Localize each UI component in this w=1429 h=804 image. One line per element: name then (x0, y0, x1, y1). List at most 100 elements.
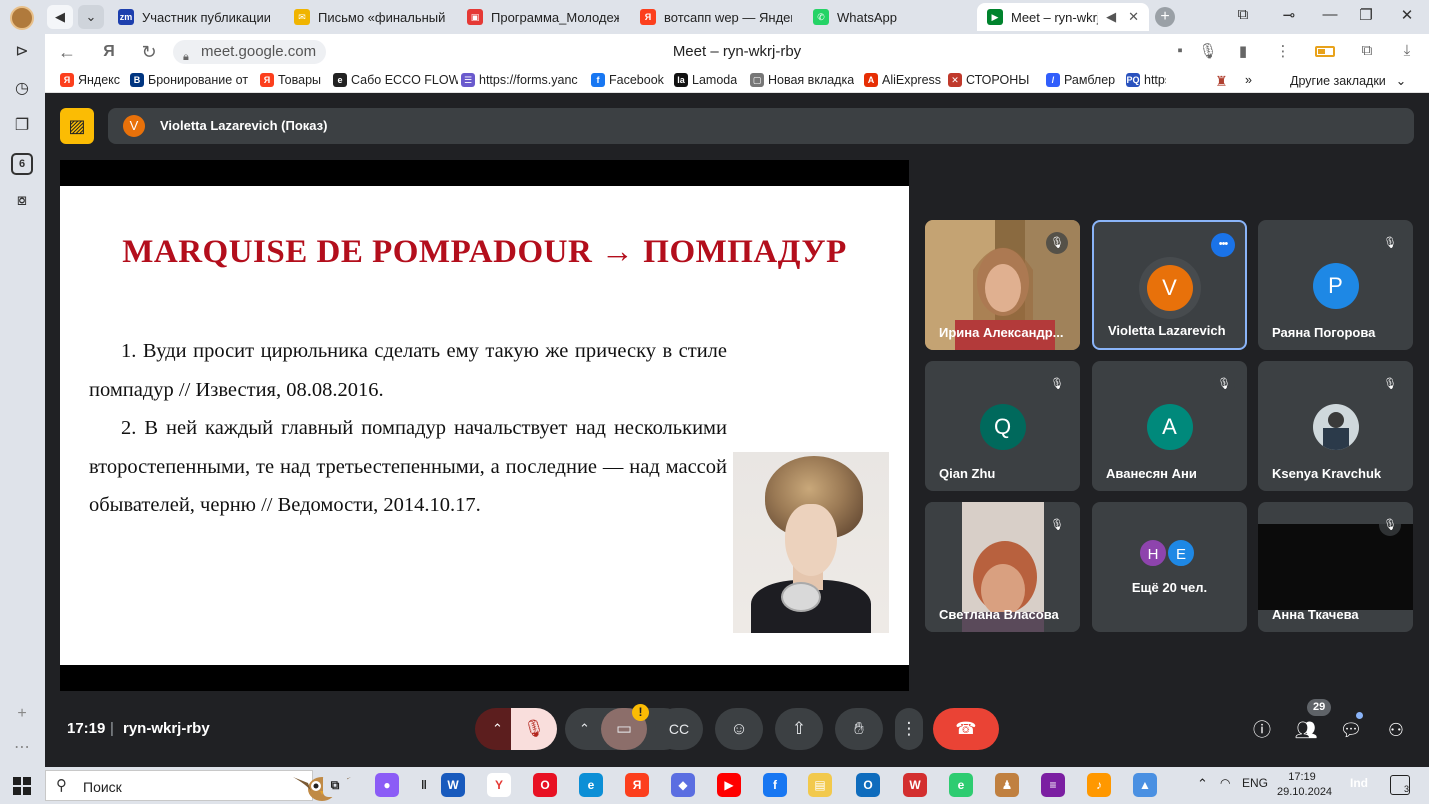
copilot-icon[interactable]: ◆ (671, 773, 695, 797)
wps-icon[interactable]: W (903, 773, 927, 797)
opera-icon[interactable]: O (533, 773, 557, 797)
chevron-down-icon[interactable]: ⌄ (78, 5, 104, 29)
taskbar-clock[interactable]: 17:19 29.10.2024 (1277, 770, 1332, 800)
stop-presenting-icon[interactable]: ▨ (60, 108, 94, 144)
participant-tile[interactable]: A Аванесян Ани 🎙︎ (1092, 361, 1247, 491)
music-icon[interactable]: ♪ (1087, 773, 1111, 797)
taskbar-search[interactable]: ⚲ Поиск (45, 770, 351, 801)
leave-call-button[interactable]: ☎︎ (933, 708, 999, 750)
people-icon[interactable]: 👥︎ (1291, 715, 1321, 745)
new-tab-button[interactable]: + (1155, 7, 1175, 27)
mic-off-icon[interactable]: 🎙︎ (511, 708, 557, 750)
add-panel-icon[interactable]: + (11, 703, 33, 725)
tray-app-icon[interactable]: Ind (1350, 776, 1368, 790)
maximize-button[interactable]: ❐ (1354, 6, 1378, 24)
task-view-icon[interactable]: ⧉ (323, 773, 347, 797)
more-options-icon[interactable]: ⋮ (895, 708, 923, 750)
yandex-home-icon[interactable]: Я (97, 41, 121, 63)
other-bookmarks[interactable]: Другие закладки ⌄ (1290, 73, 1406, 89)
menu-icon[interactable]: ⋮ (1273, 42, 1293, 60)
bookmark-item[interactable]: A AliExpress (864, 73, 941, 87)
participant-tile[interactable]: H E Ещё 20 чел. (1092, 502, 1247, 632)
bookmark-item[interactable]: B Бронирование от (130, 73, 248, 87)
bookmark-item[interactable]: e Сабо ECCO FLOW (333, 73, 458, 87)
raise-hand-icon[interactable]: ✋︎ (835, 708, 883, 750)
browser-tab[interactable]: ▣ Программа_Молодежн (457, 3, 629, 31)
windows-start-icon[interactable] (13, 777, 31, 795)
participant-tile[interactable]: Ирина Александр... 🎙︎ (925, 220, 1080, 350)
speaker-icon[interactable]: ◀ (47, 5, 73, 29)
bookmark-item[interactable]: f Facebook (591, 73, 664, 87)
reactions-icon[interactable]: ☺ (715, 708, 763, 750)
bookmarks-overflow-icon[interactable]: » (1245, 73, 1252, 87)
youtube-icon[interactable]: ▶ (717, 773, 741, 797)
more-options-icon[interactable]: ••• (1211, 233, 1235, 257)
minimize-button[interactable]: — (1318, 6, 1342, 23)
participant-tile[interactable]: P Раяна Погорова 🎙︎ (1258, 220, 1413, 350)
explorer-icon[interactable]: ▤ (808, 773, 832, 797)
yandex-icon[interactable]: Я (625, 773, 649, 797)
more-icon[interactable]: ⋯ (11, 737, 33, 759)
meeting-info-icon[interactable]: ⓘ (1247, 715, 1277, 745)
tray-language[interactable]: ENG (1242, 776, 1268, 790)
screenshot-icon[interactable]: ⧇ (11, 190, 33, 212)
app-2-icon[interactable]: ▲ (1133, 773, 1157, 797)
profile-avatar[interactable] (10, 6, 34, 30)
participant-tile[interactable]: Анна Ткачева 🎙︎ (1258, 502, 1413, 632)
pin-icon[interactable]: ⊸ (1277, 6, 1301, 24)
tab-counter-badge[interactable]: 6 (11, 153, 33, 175)
outlook-icon[interactable]: O (856, 773, 880, 797)
reload-icon[interactable]: ↻ (137, 41, 161, 63)
collections-icon[interactable]: ❐ (11, 115, 33, 137)
yandex-browser-icon[interactable]: Y (487, 773, 511, 797)
bookmark-item[interactable]: PQ https://ww (1126, 73, 1166, 87)
browser-tab[interactable]: zm Участник публикации - (108, 3, 280, 31)
battery-icon[interactable] (1315, 46, 1335, 57)
camera-icon[interactable]: ▪ (1170, 42, 1190, 59)
bookmark-item[interactable]: Я Яндекс (60, 73, 120, 87)
app-1-icon[interactable]: ♟ (995, 773, 1019, 797)
bookmark-item[interactable]: / Рамблер (1046, 73, 1115, 87)
bookmark-item[interactable]: Я Товары (260, 73, 321, 87)
bookmark-item[interactable]: ☰ https://forms.yanc (461, 73, 578, 87)
edge-icon[interactable]: e (579, 773, 603, 797)
shared-screen[interactable]: MARQUISE DE POMPADOUR → ПОМПАДУР 1. Вуди… (60, 160, 909, 691)
browser-tab[interactable]: Явотсапп wep — Яндекс (630, 3, 802, 31)
present-screen-icon[interactable]: ⇧ (775, 708, 823, 750)
back-arrow-icon[interactable]: ← (55, 41, 79, 63)
bookmark-item[interactable]: ▢ Новая вкладка (750, 73, 854, 87)
close-window-button[interactable]: ✕ (1395, 6, 1419, 24)
url-field[interactable]: 🔒︎ meet.google.com (173, 40, 327, 64)
chat-icon[interactable]: 💬︎ (1336, 715, 1366, 745)
alice-icon[interactable]: ● (375, 773, 399, 797)
history-icon[interactable]: ◷ (11, 78, 33, 100)
url-text: meet.google.com (201, 43, 317, 60)
e-app-icon[interactable]: e (949, 773, 973, 797)
bookmarks-icon[interactable]: ⧉ (1231, 6, 1255, 23)
wifi-icon[interactable]: ◠ (1220, 776, 1230, 790)
participant-tile[interactable]: Светлана Власова 🎙︎ (925, 502, 1080, 632)
microphone-icon[interactable]: 🎙︎ (1198, 42, 1218, 60)
participant-tile[interactable]: Ksenya Kravchuk 🎙︎ (1258, 361, 1413, 491)
activities-icon[interactable]: ⚇ (1381, 715, 1411, 745)
download-icon[interactable]: ⤓ (1397, 42, 1417, 59)
play-icon[interactable]: ⊳ (11, 41, 33, 63)
browser-tab[interactable]: ✉ Письмо «финальный ва (284, 3, 456, 31)
notification-icon[interactable]: 3 (1390, 775, 1410, 795)
captions-icon[interactable]: CC (655, 708, 703, 750)
speaker-icon[interactable]: ◀︎ (1106, 9, 1116, 25)
tray-chevron-icon[interactable]: ⌃ (1197, 776, 1208, 792)
extensions-icon[interactable]: ⧉ (1357, 42, 1377, 59)
bookmark-extra-icon[interactable]: ♜ (1215, 73, 1228, 90)
word-icon[interactable]: W (441, 773, 465, 797)
browser-tab[interactable]: ▶ Meet – ryn-wkrj-rb ◀︎ ✕ (977, 3, 1149, 31)
winrar-icon[interactable]: ≡ (1041, 773, 1065, 797)
bookmark-item[interactable]: ✕ СТОРОНЫ (948, 73, 1029, 87)
close-tab-icon[interactable]: ✕ (1128, 9, 1139, 25)
bookmark-icon[interactable]: ▮ (1233, 42, 1253, 60)
participant-tile[interactable]: Q Qian Zhu 🎙︎ (925, 361, 1080, 491)
bookmark-item[interactable]: la Lamoda (674, 73, 737, 87)
browser-tab[interactable]: ✆ WhatsApp (803, 3, 975, 31)
facebook-icon[interactable]: f (763, 773, 787, 797)
participant-tile[interactable]: V Violetta Lazarevich ••• (1092, 220, 1247, 350)
